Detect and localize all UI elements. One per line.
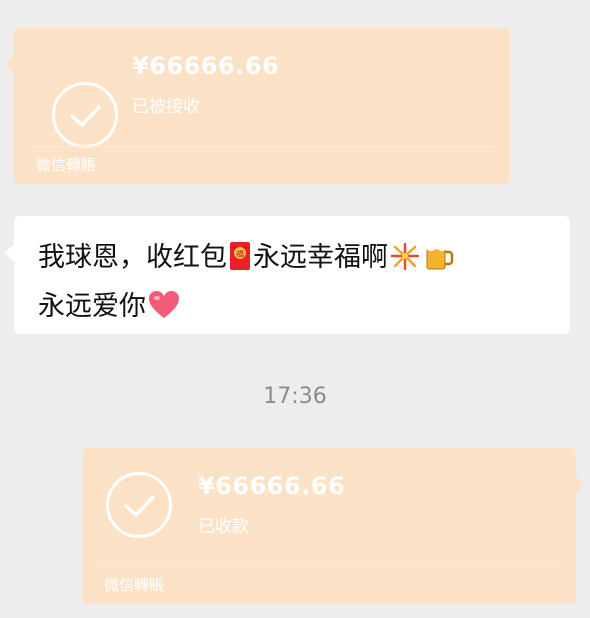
bubble-tail xyxy=(5,55,25,75)
transfer-status: 已收款 xyxy=(198,517,249,537)
heart-icon xyxy=(148,290,180,334)
message-text-segment: 永远爱你 xyxy=(38,291,146,322)
fireworks-icon xyxy=(390,241,420,285)
transfer-status: 已被接收 xyxy=(132,97,200,117)
transfer-brand-label: 微信轉賬 xyxy=(36,156,97,174)
message-text-segment: 我球恩，收红包 xyxy=(38,242,227,273)
svg-text:福: 福 xyxy=(236,250,244,259)
transfer-amount: ¥66666.66 xyxy=(132,52,280,80)
card-divider xyxy=(28,146,496,147)
beer-mug-icon xyxy=(424,239,454,285)
message-text-segment: 永远幸福啊 xyxy=(253,242,388,273)
checkmark-circle-icon xyxy=(106,472,172,538)
bubble-tail xyxy=(565,475,585,495)
transfer-brand-label: 微信轉賬 xyxy=(104,576,165,594)
message-text: 我球恩，收红包福永远幸福啊 永远爱你 xyxy=(38,236,558,334)
card-divider xyxy=(96,566,562,567)
message-bubble[interactable]: 我球恩，收红包福永远幸福啊 永远爱你 xyxy=(5,216,570,334)
message-timestamp: 17:36 xyxy=(263,384,327,409)
transfer-card-received[interactable]: ¥66666.66 已被接收 微信轉賬 xyxy=(5,28,510,184)
message-line-1: 我球恩，收红包福永远幸福啊 xyxy=(38,236,558,285)
red-envelope-icon: 福 xyxy=(229,241,251,285)
transfer-amount: ¥66666.66 xyxy=(198,472,346,500)
transfer-card-collected[interactable]: ¥66666.66 已收款 微信轉賬 xyxy=(82,448,585,604)
message-line-2: 永远爱你 xyxy=(38,285,558,334)
checkmark-circle-icon xyxy=(52,82,118,148)
bubble-tail xyxy=(5,243,25,263)
